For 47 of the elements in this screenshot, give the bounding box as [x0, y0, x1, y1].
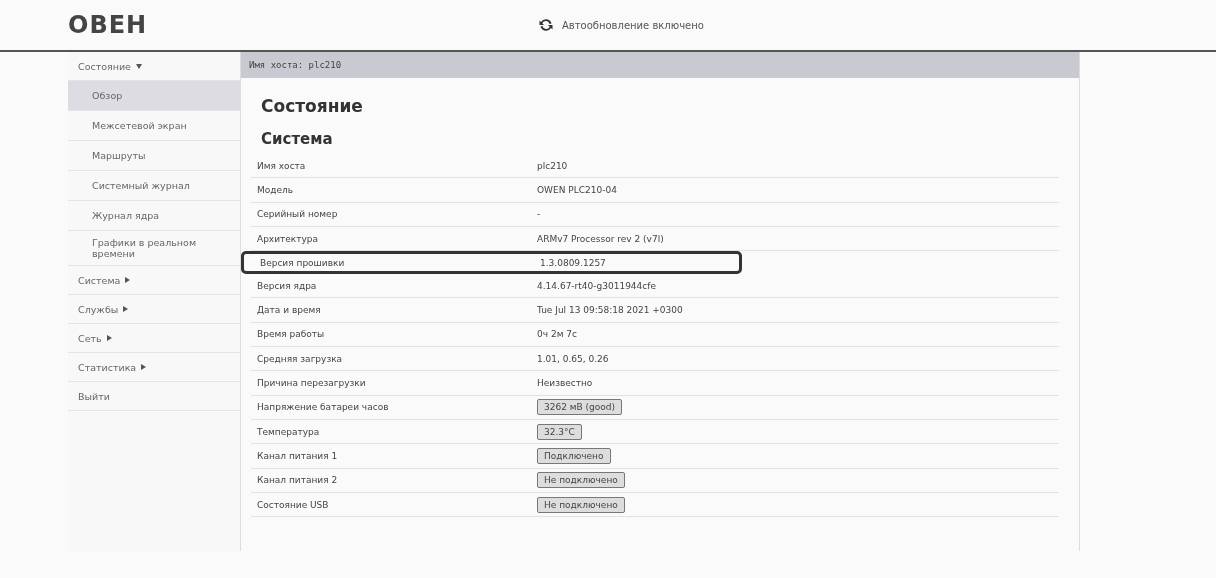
table-cell-text: Дата и время — [256, 305, 322, 316]
table-cell-text: Канал питания 2 — [256, 475, 339, 486]
status-badge: Не подключено — [537, 472, 625, 489]
table-cell: Неизвестно — [537, 378, 593, 388]
sidebar-item[interactable]: Межсетевой экран — [68, 111, 240, 141]
table-cell-text: Модель — [256, 184, 295, 195]
table-cell-text: Версия прошивки — [259, 257, 346, 268]
table-cell-text: Средняя загрузка — [256, 353, 344, 364]
table-cell: 1.01, 0.65, 0.26 — [537, 353, 609, 364]
table-cell: 4.14.67-rt40-g3011944cfe — [537, 280, 656, 291]
page-title: Состояние — [261, 96, 364, 116]
table-cell-text: Время работы — [256, 329, 326, 340]
menu-section[interactable]: Сеть — [68, 324, 240, 353]
autorefresh-status[interactable]: Автообновление включено — [562, 19, 704, 31]
menu-section[interactable]: Система — [68, 266, 240, 295]
table-cell-text: Версия ядра — [256, 280, 318, 291]
sidebar-item[interactable]: Системный журнал — [68, 171, 240, 201]
table-cell: - — [537, 209, 541, 220]
table-cell: OWEN PLC210-04 — [537, 184, 617, 195]
menu-section[interactable]: Статистика — [68, 353, 240, 382]
menu-section[interactable]: Службы — [68, 295, 240, 324]
table-cell-text: Причина перезагрузки — [256, 378, 367, 388]
status-badge: 3262 мВ (good) — [537, 399, 623, 416]
sidebar-item[interactable]: Маршруты — [68, 141, 240, 171]
breadcrumb-bar: Имя хоста: plc210 — [241, 52, 1079, 78]
table-cell-text: Канал питания 1 — [256, 450, 339, 461]
table-cell: 0ч 2м 7с — [537, 329, 577, 340]
sidebar-item[interactable]: Обзор — [68, 81, 240, 111]
refresh-icon[interactable] — [538, 17, 554, 33]
table-cell: ARMv7 Processor rev 2 (v7l) — [537, 233, 664, 244]
status-badge: 32.3°C — [537, 423, 582, 440]
table-cell-text: Имя хоста — [256, 160, 307, 171]
sidebar-item[interactable]: Журнал ядра — [68, 201, 240, 231]
table-cell-text: Архитектура — [256, 233, 320, 244]
section-title: Система — [261, 130, 334, 148]
table-cell-text: Состояние USB — [256, 499, 330, 510]
table-cell-text: Напряжение батареи часов — [256, 402, 390, 413]
status-badge: Не подключено — [537, 496, 625, 513]
table-cell: plc210 — [537, 160, 568, 171]
table-cell-text: Температура — [256, 426, 321, 437]
sidebar-item[interactable]: Графики в реальном времени — [68, 231, 240, 266]
logout-link[interactable]: Выйти — [68, 382, 240, 411]
logo: ОВЕН — [68, 11, 148, 39]
table-cell: Tue Jul 13 09:58:18 2021 +0300 — [537, 305, 683, 316]
status-badge: Подключено — [537, 447, 611, 464]
table-cell: 1.3.0809.1257 — [540, 257, 606, 268]
table-cell-text: Серийный номер — [256, 209, 339, 220]
